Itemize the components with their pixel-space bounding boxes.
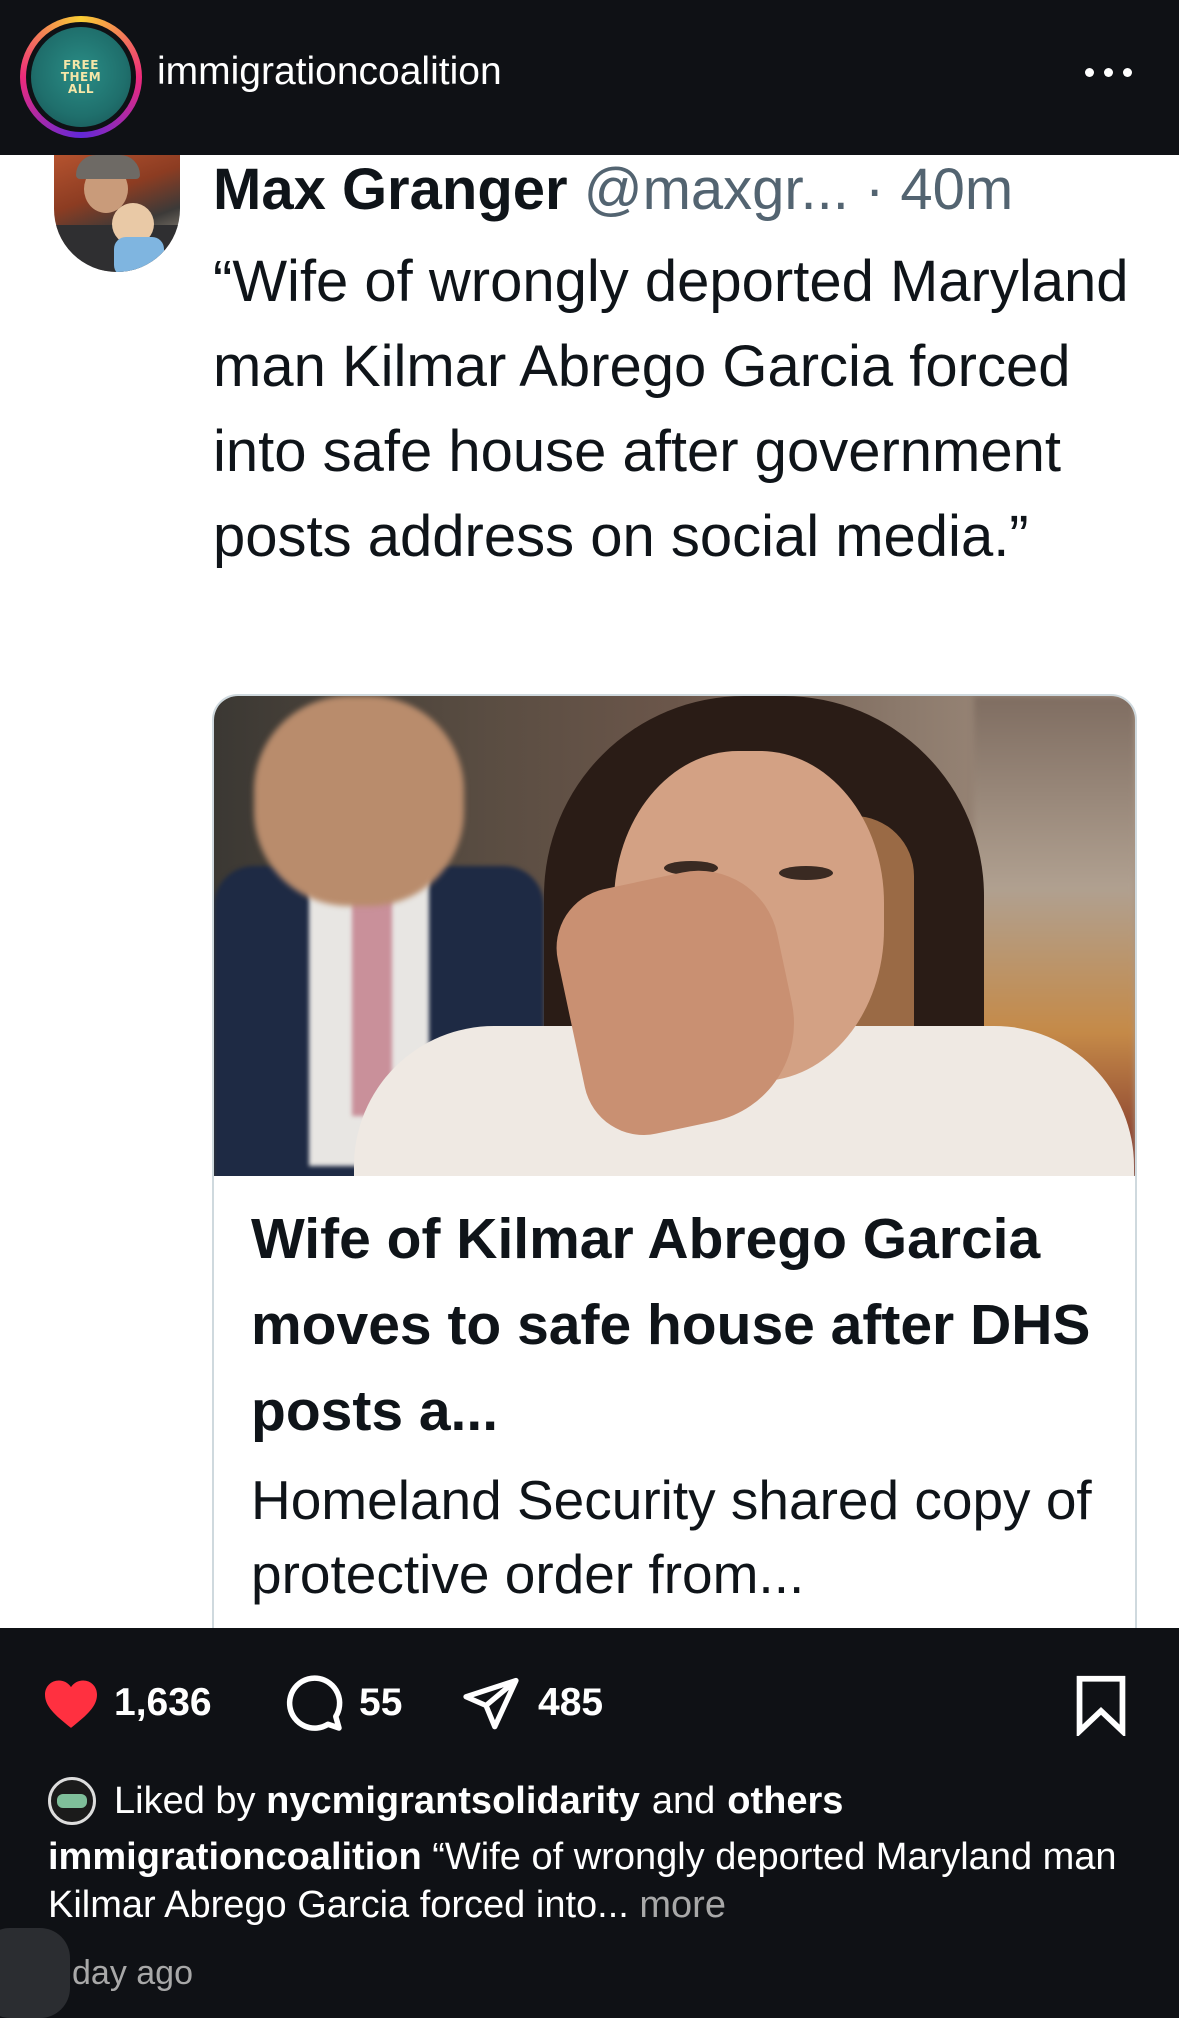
- like-button[interactable]: 1,636: [42, 1668, 212, 1738]
- liker-avatar[interactable]: [48, 1777, 96, 1825]
- account-username[interactable]: immigrationcoalition: [157, 50, 502, 94]
- card-headline: Wife of Kilmar Abrego Garcia moves to sa…: [251, 1207, 1091, 1443]
- comment-button[interactable]: 55: [283, 1668, 402, 1738]
- liker-username[interactable]: nycmigrantsolidarity: [266, 1780, 640, 1823]
- share-button[interactable]: 485: [458, 1668, 603, 1738]
- share-count: 485: [538, 1681, 604, 1724]
- post-image[interactable]: Max Granger @maxgr... · 40m “Wife of wro…: [0, 155, 1179, 1628]
- tweet-author-avatar: [54, 155, 180, 272]
- post-footer: 1,636 55 485 Liked by nycmigrantsolidari…: [0, 1628, 1179, 1995]
- save-button[interactable]: [1072, 1670, 1130, 1740]
- card-description: Homeland Security shared copy of protect…: [251, 1469, 1092, 1605]
- heart-icon: [45, 1680, 97, 1728]
- tweet-text: “Wife of wrongly deported Maryland man K…: [213, 249, 1129, 569]
- liked-by-others-link[interactable]: others: [727, 1780, 843, 1823]
- post-caption: immigrationcoalition “Wife of wrongly de…: [48, 1833, 1158, 1929]
- caption-more-link[interactable]: more: [639, 1884, 726, 1926]
- comment-icon: [286, 1675, 343, 1731]
- account-avatar[interactable]: FREE THEM ALL: [20, 16, 142, 138]
- post-timestamp: day ago: [72, 1954, 193, 1992]
- like-count: 1,636: [114, 1681, 212, 1724]
- send-icon: [463, 1677, 519, 1730]
- tweet-separator: ·: [848, 157, 901, 222]
- floating-overlay: [0, 1928, 70, 2018]
- action-bar: 1,636 55 485: [0, 1628, 1179, 1778]
- tweet-author-name: Max Granger: [213, 157, 568, 222]
- comment-count: 55: [359, 1681, 403, 1724]
- more-options-icon[interactable]: [1085, 60, 1145, 84]
- post-header: FREE THEM ALL immigrationcoalition: [0, 0, 1179, 155]
- caption-username[interactable]: immigrationcoalition: [48, 1836, 422, 1878]
- tweet-author-line: Max Granger @maxgr... · 40m: [213, 155, 1013, 225]
- tweet-time: 40m: [900, 157, 1014, 222]
- avatar-logo: FREE THEM ALL: [31, 27, 131, 127]
- card-photo: [214, 696, 1135, 1176]
- link-preview-card: Wife of Kilmar Abrego Garcia moves to sa…: [212, 694, 1137, 1628]
- bookmark-icon: [1076, 1675, 1126, 1736]
- tweet-author-handle: @maxgr...: [583, 157, 849, 222]
- liked-by-line[interactable]: Liked by nycmigrantsolidarity and others: [48, 1776, 843, 1826]
